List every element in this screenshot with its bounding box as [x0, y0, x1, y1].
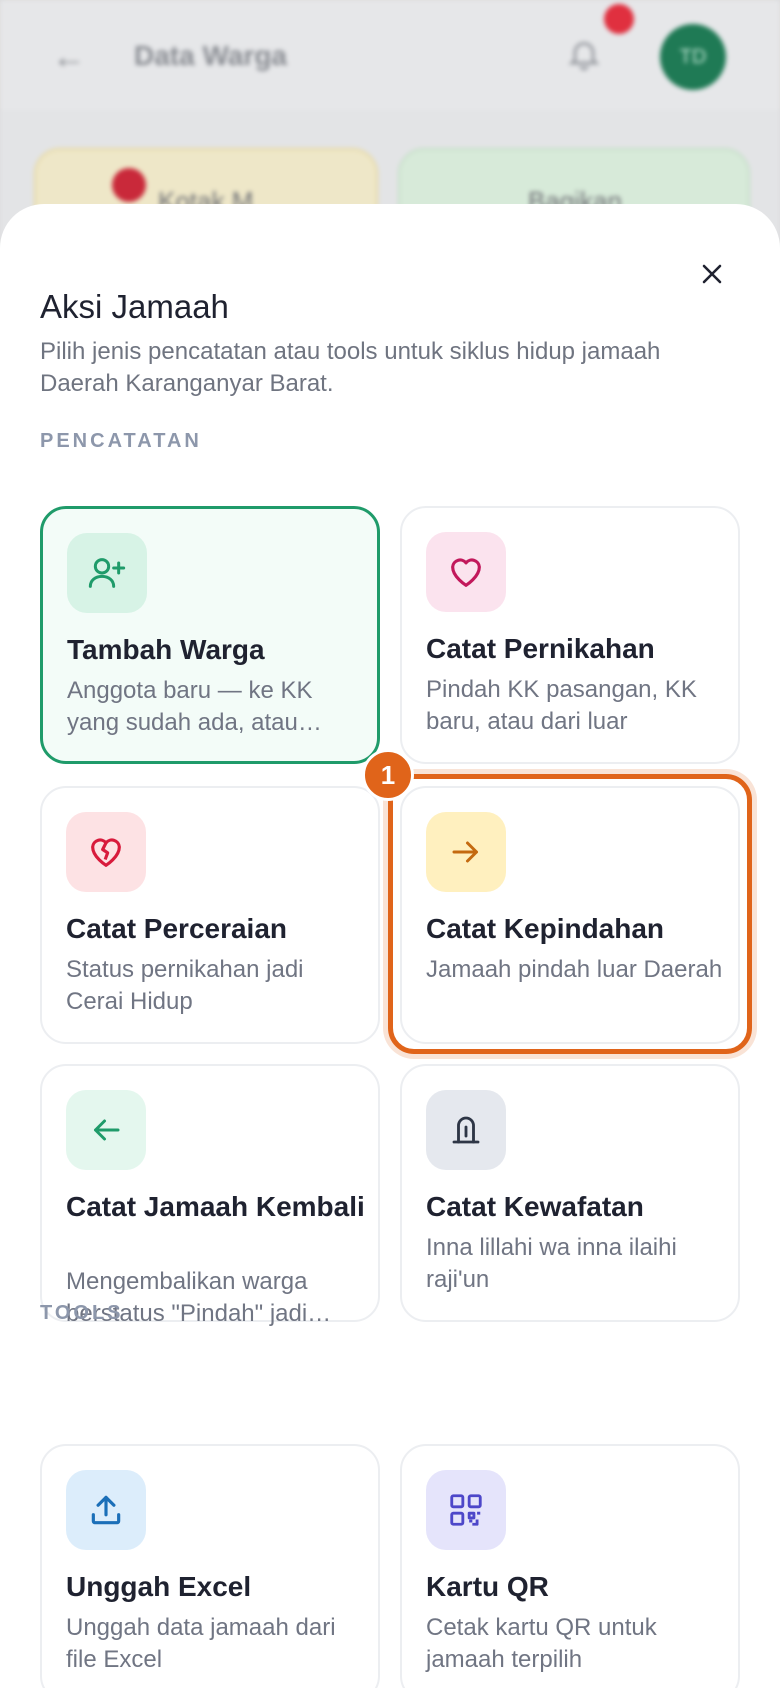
catat-pernikahan-desc: Pindah KK pasangan, KK baru, atau dari l…	[426, 676, 697, 735]
section-label-pencatatan: PENCATATAN	[40, 430, 202, 452]
catat-pernikahan-icon-box	[426, 532, 506, 612]
notification-dot	[604, 4, 634, 34]
upload-icon	[91, 1495, 121, 1525]
catat-kewafatan-title: Catat Kewafatan	[426, 1191, 644, 1222]
heart-icon	[451, 558, 481, 587]
unggah-excel-title: Unggah Excel	[66, 1571, 252, 1602]
tambah-warga-icon-box	[67, 533, 147, 613]
unggah-excel-card[interactable]: Unggah Excel Unggah data jamaah dari fil…	[40, 1444, 380, 1688]
kartu-qr-desc: Cetak kartu QR untuk jamaah terpilih	[426, 1614, 657, 1673]
catat-jamaah-kembali-title: Catat Jamaah Kembali	[66, 1191, 365, 1222]
background-title: Data Warga	[134, 40, 288, 71]
sheet-subtitle: Pilih jenis pencatatan atau tools untuk …	[40, 338, 661, 397]
arrow-left-icon	[94, 1119, 120, 1141]
catat-perceraian-card[interactable]: Catat Perceraian Status pernikahan jadi …	[40, 786, 380, 1044]
tombstone-icon	[452, 1116, 480, 1144]
user-plus-icon	[88, 558, 126, 588]
catat-perceraian-title: Catat Perceraian	[66, 913, 288, 944]
catat-kewafatan-icon-box	[426, 1090, 506, 1170]
qr-code-icon	[450, 1494, 482, 1526]
catat-jamaah-kembali-card[interactable]: Catat Jamaah Kembali Mengembalikan warga…	[40, 1064, 380, 1327]
broken-heart-icon	[91, 838, 121, 867]
catat-perceraian-desc: Status pernikahan jadi Cerai Hidup	[66, 956, 304, 1015]
highlight-badge: 1	[362, 749, 414, 801]
sheet-title: Aksi Jamaah	[40, 288, 229, 325]
kartu-qr-icon-box	[426, 1470, 506, 1550]
unggah-excel-icon-box	[66, 1470, 146, 1550]
catat-kewafatan-card[interactable]: Catat Kewafatan Inna lillahi wa inna ila…	[400, 1064, 740, 1322]
catat-pernikahan-title: Catat Pernikahan	[426, 633, 655, 664]
close-button[interactable]	[690, 252, 734, 296]
bell-icon	[568, 42, 600, 71]
kartu-qr-card[interactable]: Kartu QR Cetak kartu QR untuk jamaah ter…	[400, 1444, 740, 1688]
tambah-warga-desc: Anggota baru — ke KK yang sudah ada, ata…	[67, 677, 322, 736]
catat-perceraian-icon-box	[66, 812, 146, 892]
tambah-warga-title: Tambah Warga	[67, 634, 265, 665]
catat-jamaah-kembali-icon-box	[66, 1090, 146, 1170]
highlight-outline	[388, 774, 752, 1054]
section-label-tools: TOOLS	[40, 1302, 124, 1324]
catat-pernikahan-card[interactable]: Catat Pernikahan Pindah KK pasangan, KK …	[400, 506, 740, 764]
close-icon	[702, 264, 722, 284]
tambah-warga-card[interactable]: Tambah Warga Anggota baru — ke KK yang s…	[40, 506, 380, 764]
back-arrow-icon: ←	[52, 38, 86, 76]
catat-kewafatan-desc: Inna lillahi wa inna ilaihi raji'un	[426, 1234, 677, 1293]
background-card-dot	[112, 168, 146, 202]
avatar: TD	[660, 24, 726, 90]
kartu-qr-title: Kartu QR	[426, 1571, 549, 1602]
unggah-excel-desc: Unggah data jamaah dari file Excel	[66, 1614, 336, 1673]
